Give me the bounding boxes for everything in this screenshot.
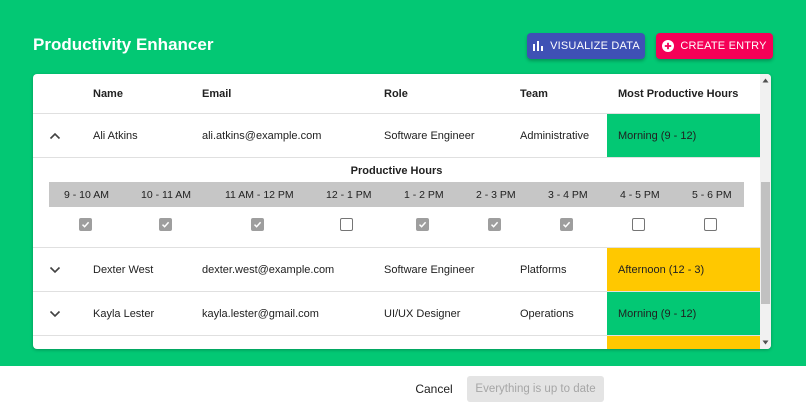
- row-team: Administrative: [520, 130, 590, 142]
- column-header-name: Name: [93, 88, 123, 100]
- row-role: Software Engineer: [384, 130, 475, 142]
- row-email: kayla.lester@gmail.com: [202, 308, 319, 320]
- slot-label: 3 - 4 PM: [548, 188, 588, 201]
- hour-checkbox-4[interactable]: [416, 218, 429, 231]
- detail-title: Productive Hours: [350, 165, 443, 177]
- column-header-team: Team: [520, 88, 548, 100]
- table-row[interactable]: Dexter West dexter.west@example.com Soft…: [33, 248, 760, 292]
- scroll-down-arrow-icon[interactable]: [760, 337, 771, 348]
- row-productive-hours: Morning (9 - 12): [607, 292, 760, 335]
- hour-checkbox-7[interactable]: [632, 218, 645, 231]
- column-header-productive-hours: Most Productive Hours: [618, 88, 739, 100]
- table-scrollbar[interactable]: [760, 74, 771, 349]
- scrollbar-thumb[interactable]: [761, 182, 770, 304]
- chevron-up-icon[interactable]: [47, 114, 63, 157]
- hours-slot-header: 9 - 10 AM 10 - 11 AM 11 AM - 12 PM 12 - …: [49, 182, 744, 207]
- employee-table: Name Email Role Team Most Productive Hou…: [33, 74, 771, 349]
- column-header-role: Role: [384, 88, 408, 100]
- row-email: ali.atkins@example.com: [202, 130, 322, 142]
- column-header-email: Email: [202, 88, 232, 100]
- slot-label: 2 - 3 PM: [476, 188, 516, 201]
- row-team: Operations: [520, 308, 574, 320]
- chevron-down-icon[interactable]: [47, 292, 63, 335]
- add-circle-icon: [662, 40, 675, 52]
- row-team: Platforms: [520, 264, 567, 276]
- slot-label: 4 - 5 PM: [620, 188, 660, 201]
- chevron-down-icon[interactable]: [47, 248, 63, 291]
- table-row[interactable]: Kayla Lester kayla.lester@gmail.com UI/U…: [33, 292, 760, 336]
- hour-checkbox-1[interactable]: [159, 218, 172, 231]
- slot-label: 10 - 11 AM: [141, 188, 191, 201]
- row-productive-hours: Afternoon (12 - 3): [607, 248, 760, 291]
- visualize-data-label: VISUALIZE DATA: [550, 40, 640, 52]
- slot-label: 9 - 10 AM: [64, 188, 109, 201]
- create-entry-label: CREATE ENTRY: [680, 40, 767, 52]
- row-productive-hours: Morning (9 - 12): [607, 114, 760, 157]
- slot-label: 1 - 2 PM: [404, 188, 444, 201]
- row-name: Dexter West: [93, 264, 154, 276]
- save-status-button: Everything is up to date: [467, 376, 604, 402]
- hour-checkbox-3[interactable]: [340, 218, 353, 231]
- hour-checkbox-8[interactable]: [704, 218, 717, 231]
- bar-chart-icon: [532, 40, 544, 52]
- row-role: UI/UX Designer: [384, 308, 461, 320]
- app-title: Productivity Enhancer: [33, 35, 214, 54]
- create-entry-button[interactable]: CREATE ENTRY: [656, 33, 773, 59]
- row-email: dexter.west@example.com: [202, 264, 335, 276]
- cancel-button[interactable]: Cancel: [408, 376, 460, 402]
- slot-label: 5 - 6 PM: [692, 188, 732, 201]
- slot-label: 11 AM - 12 PM: [225, 188, 294, 201]
- table-body: Name Email Role Team Most Productive Hou…: [33, 74, 760, 349]
- table-row[interactable]: [33, 336, 760, 349]
- hour-checkbox-2[interactable]: [251, 218, 264, 231]
- visualize-data-button[interactable]: VISUALIZE DATA: [527, 33, 645, 59]
- row-productive-hours: [607, 336, 760, 349]
- scroll-up-arrow-icon[interactable]: [760, 75, 771, 86]
- row-name: Kayla Lester: [93, 308, 155, 320]
- row-name: Ali Atkins: [93, 130, 138, 142]
- row-role: Software Engineer: [384, 264, 475, 276]
- productive-hours-detail: Productive Hours 9 - 10 AM 10 - 11 AM 11…: [33, 158, 760, 248]
- table-row[interactable]: Ali Atkins ali.atkins@example.com Softwa…: [33, 114, 760, 158]
- hour-checkbox-5[interactable]: [488, 218, 501, 231]
- slot-label: 12 - 1 PM: [326, 188, 372, 201]
- hour-checkbox-6[interactable]: [560, 218, 573, 231]
- hour-checkbox-0[interactable]: [79, 218, 92, 231]
- footer-bar: Cancel Everything is up to date: [0, 366, 806, 409]
- table-header-row: Name Email Role Team Most Productive Hou…: [33, 74, 760, 114]
